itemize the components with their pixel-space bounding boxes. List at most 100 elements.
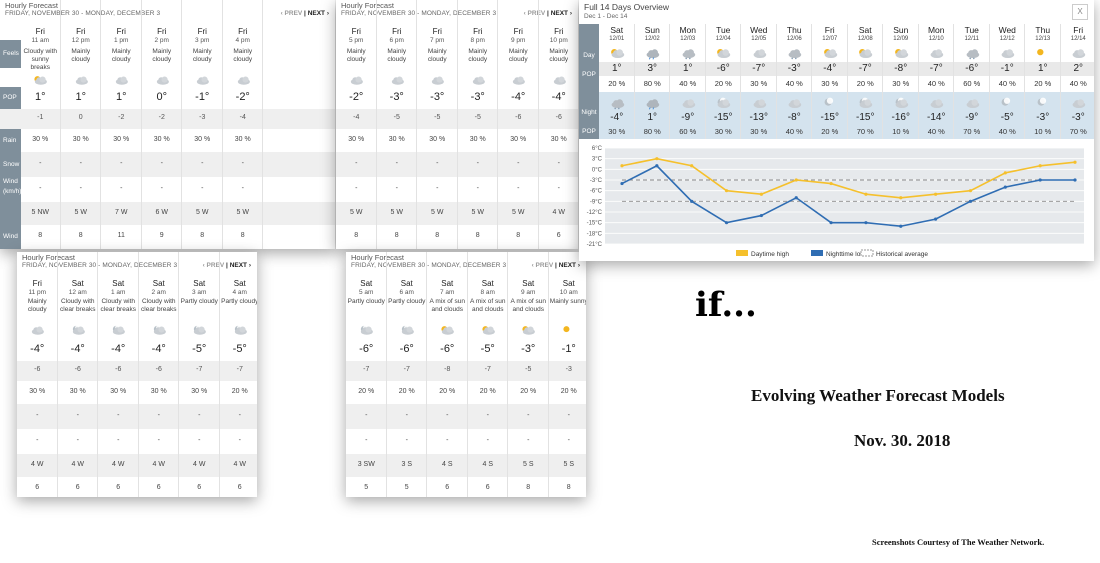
time-label: 6 am [399,289,414,296]
cell-feels: -4 [239,114,246,121]
series-point [1038,178,1042,182]
next-button[interactable]: NEXT › [308,10,329,17]
y-tick-label: 3°C [592,157,603,163]
series-point [620,164,624,168]
day-name: Fri [238,27,248,36]
cell-pop: 30 % [429,135,446,143]
hourly-forecast-panel-2: Hourly Forecast FRIDAY, NOVEMBER 30 - MON… [336,0,578,249]
day-label: Day [583,52,595,59]
cell-pop: 30 % [194,135,211,143]
day-name: Sat [400,279,413,288]
cell-snow: - [120,184,123,192]
cell-gust: 6 [445,484,450,491]
cloud-icon [75,76,88,85]
cell-feels: -7 [236,366,243,373]
cell-snow: - [160,184,163,192]
series-point [759,213,763,218]
night-temp: -9° [965,112,979,123]
legend-label: Daytime high [751,251,789,258]
row-label-wind: Wind (km/h) [0,177,21,225]
series-point [655,157,659,161]
cloud-icon [753,49,766,59]
day-name: Sat [441,279,454,288]
night-pop: 20 % [821,127,839,136]
day-pop: 40 % [998,79,1016,88]
weather-icon-holder [479,323,497,335]
cell-pop: 30 % [388,135,405,143]
cell-wind: 5 W [74,208,87,216]
cell-gust: 8 [394,232,399,239]
series-point [1003,185,1007,189]
night-icon-holder [785,96,803,109]
hourly-forecast-panel-1: Hourly Forecast FRIDAY, NOVEMBER 30 - MON… [0,0,335,249]
cell-feels: -3 [565,366,572,373]
cell-gust: 8 [526,484,531,491]
row-label-pop: POP [0,87,21,109]
cell-wind: 4 W [233,460,246,468]
night-temp: -9° [681,112,695,123]
cell-gust: 9 [159,232,164,239]
cell-temp: -2° [235,91,250,103]
credit-text: Screenshots Courtesy of The Weather Netw… [872,537,1045,547]
cloud-icon [930,99,944,109]
cell-feels: -2 [158,114,165,121]
cell-wind: 5 W [390,208,403,216]
night-temp: -15° [820,112,839,123]
night-pop: 10 % [892,127,910,136]
overview-day-name: Sun [893,25,909,35]
night-temp: -4° [610,112,624,123]
moon-icon [1001,97,1011,106]
time-label: 12 am [68,289,87,296]
cell-feels: 0 [78,114,83,121]
moon-cloud-icon [194,324,207,335]
series-point [1073,178,1077,182]
cell-feels: -3 [199,114,206,121]
night-temp: -15° [856,112,875,123]
close-button[interactable]: X [1072,4,1088,20]
cell-pop: 30 % [550,135,567,143]
cell-temp: 1° [75,91,87,103]
condition-text: Mainly cloudy [71,48,91,63]
night-pop: 30 % [608,127,626,136]
night-pop: 80 % [643,127,661,136]
weather-icon-holder [153,73,171,85]
day-name: Sat [481,279,494,288]
cell-temp: -1° [195,91,210,103]
day-pop: 30 % [892,79,910,88]
night-icon-holder [679,96,697,109]
day-pop: 30 % [750,79,768,88]
overview-day-name: Sun [644,25,660,35]
cell-feels: -7 [403,366,410,373]
sun-icon [1036,48,1044,56]
cell-pop: 20 % [520,387,537,395]
overview-header: Full 14 Days Overview Dec 1 - Dec 14 X [579,0,1094,24]
cell-wind: 5 W [431,208,444,216]
moon-cloud-icon [401,324,414,335]
cell-rain: - [238,411,241,419]
time-label: 2 am [151,289,166,296]
prev-button[interactable]: ‹ PREV [281,10,303,17]
series-point [864,221,868,225]
cell-rain: - [157,411,160,419]
cell-snow: - [79,184,82,192]
night-pop: 40 % [785,127,803,136]
series-point [690,164,694,168]
day-name: Sat [112,279,125,288]
cell-snow: - [436,184,439,192]
condition-text: Mainly cloudy [387,48,407,63]
cell-rain: - [476,159,479,167]
night-pop: 60 % [679,127,697,136]
night-temp: -3° [1036,112,1050,123]
cell-feels: -2 [118,114,125,121]
night-icon-holder [963,96,981,109]
cell-rain: - [405,411,408,419]
cell-pop: 30 % [150,387,167,395]
time-label: 3 pm [195,37,210,44]
day-name: Sat [360,279,373,288]
night-icon-holder [1069,96,1087,109]
cell-snow: - [157,436,160,444]
cloud-icon [966,99,979,109]
overview-date: 12/01 [609,36,625,42]
date-title: Nov. 30. 2018 [854,431,951,450]
moon-cloud-icon [153,324,166,335]
